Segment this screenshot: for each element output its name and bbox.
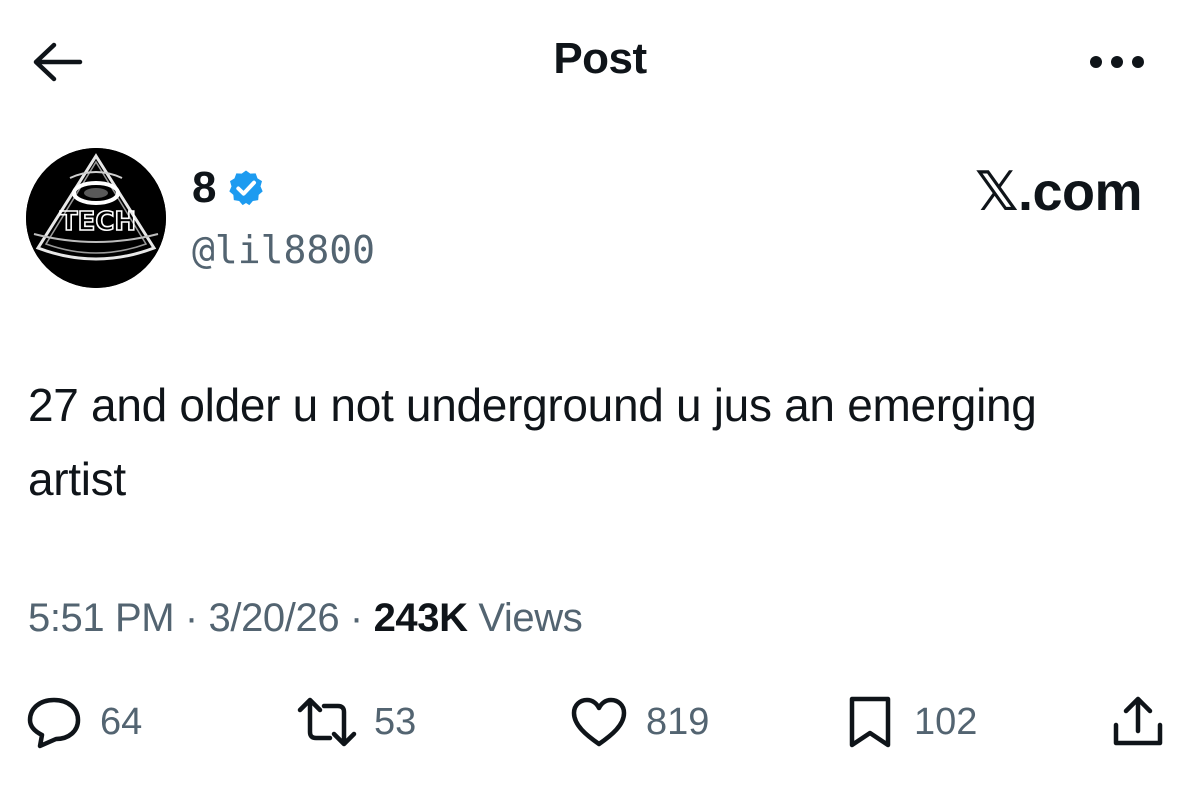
views-label: Views: [478, 596, 583, 640]
post-meta: 5:51 PM · 3/20/26 · 243K Views: [28, 592, 583, 644]
avatar-text: TECH: [60, 207, 136, 237]
reply-button[interactable]: 64: [24, 690, 142, 754]
reply-count: 64: [100, 700, 143, 743]
verified-badge-icon: [229, 170, 264, 206]
more-button[interactable]: [1082, 40, 1152, 84]
brand-suffix: .com: [1017, 162, 1143, 222]
post-text: 27 and older u not underground u jus an …: [28, 379, 1037, 505]
post-time[interactable]: 5:51 PM: [28, 596, 175, 640]
avatar[interactable]: TECH: [26, 148, 166, 288]
top-bar: Post: [0, 0, 1200, 125]
bookmark-count: 102: [914, 700, 978, 743]
bookmark-button[interactable]: 102: [842, 690, 977, 754]
repost-count: 53: [374, 700, 417, 743]
action-bar: 64 53 819 102: [0, 690, 1200, 754]
avatar-logo-image: TECH: [26, 148, 166, 288]
bookmark-icon: [849, 696, 891, 748]
author-handle[interactable]: @lil8800: [192, 222, 375, 278]
x-logo-icon: 𝕏: [974, 160, 1019, 223]
meta-separator: ·: [349, 596, 363, 640]
reply-icon: [27, 697, 81, 749]
more-dots-icon: [1090, 56, 1144, 68]
views-count: 243K: [373, 596, 468, 640]
like-count: 819: [646, 700, 710, 743]
meta-separator: ·: [184, 596, 198, 640]
repost-button[interactable]: 53: [296, 690, 416, 754]
post-date[interactable]: 3/20/26: [209, 596, 340, 640]
page-title: Post: [553, 34, 647, 83]
display-name: 8: [192, 163, 217, 212]
share-icon: [1113, 696, 1163, 746]
share-button[interactable]: [1108, 690, 1168, 754]
author-name[interactable]: 8: [192, 162, 266, 214]
brand-watermark: 𝕏.com: [974, 160, 1143, 224]
heart-icon: [571, 697, 627, 747]
like-button[interactable]: 819: [568, 690, 709, 754]
repost-icon: [297, 697, 357, 747]
